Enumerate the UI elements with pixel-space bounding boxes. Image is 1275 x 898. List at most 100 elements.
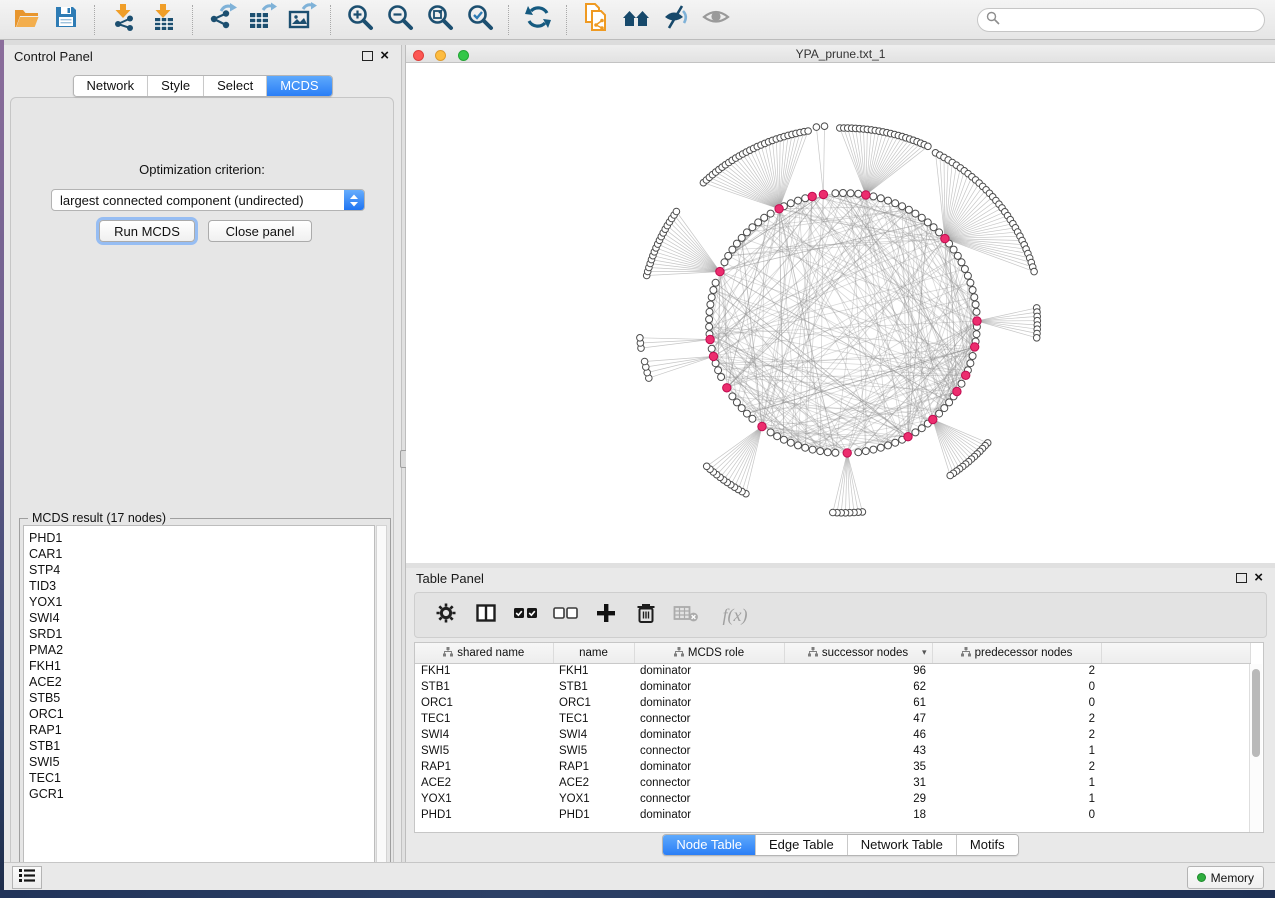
cell-name[interactable]: YOX1 <box>553 791 634 807</box>
mcds-result-item[interactable]: ORC1 <box>29 706 374 722</box>
panel-menu-button[interactable] <box>12 866 42 889</box>
mcds-result-item[interactable]: SWI4 <box>29 610 374 626</box>
cell-predecessor_nodes[interactable]: 2 <box>932 727 1101 743</box>
zoom-fit-button[interactable] <box>420 3 460 37</box>
cell-shared_name[interactable]: SWI5 <box>415 743 553 759</box>
cell-name[interactable]: STB1 <box>553 679 634 695</box>
cell-predecessor_nodes[interactable]: 2 <box>932 711 1101 727</box>
mcds-result-item[interactable]: FKH1 <box>29 658 374 674</box>
float-panel-icon[interactable] <box>1236 573 1247 583</box>
cell-name[interactable]: ORC1 <box>553 695 634 711</box>
cell-name[interactable]: TEC1 <box>553 711 634 727</box>
cell-mcds_role[interactable]: dominator <box>634 759 784 775</box>
cell-predecessor_nodes[interactable]: 0 <box>932 807 1101 823</box>
tab-select[interactable]: Select <box>203 76 266 96</box>
zoom-in-button[interactable] <box>340 3 380 37</box>
create-new-column-button[interactable] <box>593 602 619 628</box>
table-row[interactable]: TEC1TEC1connector472 <box>415 711 1251 727</box>
mcds-result-list[interactable]: PHD1CAR1STP4TID3YOX1SWI4SRD1PMA2FKH1ACE2… <box>23 525 375 880</box>
mcds-result-item[interactable]: GCR1 <box>29 786 374 802</box>
cell-name[interactable]: PHD1 <box>553 807 634 823</box>
tab-motifs[interactable]: Motifs <box>956 835 1018 855</box>
cell-predecessor_nodes[interactable]: 2 <box>932 663 1101 679</box>
open-file-button[interactable] <box>6 3 46 37</box>
clone-network-button[interactable] <box>576 3 616 37</box>
cell-successor_nodes[interactable]: 18 <box>784 807 932 823</box>
cell-mcds_role[interactable]: connector <box>634 743 784 759</box>
table-row[interactable]: FKH1FKH1dominator962 <box>415 663 1251 679</box>
cell-name[interactable]: FKH1 <box>553 663 634 679</box>
node-table[interactable]: shared namenameMCDS rolesuccessor nodes▾… <box>414 642 1264 833</box>
cell-mcds_role[interactable]: connector <box>634 791 784 807</box>
run-mcds-button[interactable]: Run MCDS <box>99 220 195 242</box>
cell-mcds_role[interactable]: dominator <box>634 679 784 695</box>
mcds-result-item[interactable]: STB1 <box>29 738 374 754</box>
mcds-result-item[interactable]: CAR1 <box>29 546 374 562</box>
cell-shared_name[interactable]: STB1 <box>415 679 553 695</box>
cell-predecessor_nodes[interactable]: 1 <box>932 743 1101 759</box>
mcds-result-item[interactable]: PMA2 <box>29 642 374 658</box>
network-window-titlebar[interactable]: YPA_prune.txt_1 <box>406 45 1275 63</box>
tab-node-table[interactable]: Node Table <box>663 835 755 855</box>
tab-network-table[interactable]: Network Table <box>847 835 956 855</box>
import-network-button[interactable] <box>104 3 144 37</box>
mcds-result-item[interactable]: TEC1 <box>29 770 374 786</box>
column-header-name[interactable]: name <box>553 643 634 663</box>
select-all-columns-button[interactable] <box>513 602 539 628</box>
mcds-result-item[interactable]: STB5 <box>29 690 374 706</box>
mcds-result-item[interactable]: STP4 <box>29 562 374 578</box>
cell-predecessor_nodes[interactable]: 1 <box>932 775 1101 791</box>
refresh-view-button[interactable] <box>518 3 558 37</box>
cell-shared_name[interactable]: ORC1 <box>415 695 553 711</box>
show-all-button[interactable] <box>696 3 736 37</box>
cell-mcds_role[interactable]: connector <box>634 711 784 727</box>
cell-mcds_role[interactable]: dominator <box>634 727 784 743</box>
cell-successor_nodes[interactable]: 47 <box>784 711 932 727</box>
hide-selected-button[interactable] <box>656 3 696 37</box>
export-image-button[interactable] <box>282 3 322 37</box>
deselect-all-columns-button[interactable] <box>553 602 579 628</box>
cell-shared_name[interactable]: RAP1 <box>415 759 553 775</box>
optimization-criterion-dropdown[interactable]: largest connected component (undirected) <box>51 189 365 211</box>
zoom-out-button[interactable] <box>380 3 420 37</box>
cell-successor_nodes[interactable]: 62 <box>784 679 932 695</box>
export-network-button[interactable] <box>202 3 242 37</box>
first-neighbors-button[interactable] <box>616 3 656 37</box>
table-row[interactable]: YOX1YOX1connector291 <box>415 791 1251 807</box>
table-row[interactable]: PHD1PHD1dominator180 <box>415 807 1251 823</box>
cell-predecessor_nodes[interactable]: 0 <box>932 695 1101 711</box>
cell-successor_nodes[interactable]: 43 <box>784 743 932 759</box>
cell-shared_name[interactable]: TEC1 <box>415 711 553 727</box>
cell-successor_nodes[interactable]: 61 <box>784 695 932 711</box>
close-panel-button[interactable]: Close panel <box>208 220 312 242</box>
tab-edge-table[interactable]: Edge Table <box>755 835 847 855</box>
table-scrollbar[interactable] <box>1249 664 1262 832</box>
tab-network[interactable]: Network <box>73 76 147 96</box>
float-panel-icon[interactable] <box>362 51 373 61</box>
cell-successor_nodes[interactable]: 29 <box>784 791 932 807</box>
cell-mcds_role[interactable]: connector <box>634 775 784 791</box>
show-columns-button[interactable] <box>473 602 499 628</box>
mcds-list-scrollbar[interactable] <box>376 525 387 880</box>
cell-predecessor_nodes[interactable]: 2 <box>932 759 1101 775</box>
cell-successor_nodes[interactable]: 96 <box>784 663 932 679</box>
search-input[interactable] <box>1000 13 1264 27</box>
cell-name[interactable]: RAP1 <box>553 759 634 775</box>
mcds-result-item[interactable]: ACE2 <box>29 674 374 690</box>
cell-mcds_role[interactable]: dominator <box>634 807 784 823</box>
delete-columns-button[interactable] <box>633 602 659 628</box>
cell-name[interactable]: ACE2 <box>553 775 634 791</box>
search-field[interactable] <box>977 8 1265 32</box>
import-table-button[interactable] <box>144 3 184 37</box>
cell-name[interactable]: SWI4 <box>553 727 634 743</box>
cell-shared_name[interactable]: ACE2 <box>415 775 553 791</box>
column-header-successor_nodes[interactable]: successor nodes▾ <box>784 643 932 663</box>
sort-arrow-icon[interactable]: ▾ <box>922 647 927 658</box>
mcds-result-item[interactable]: TID3 <box>29 578 374 594</box>
network-canvas[interactable] <box>406 63 1275 563</box>
mcds-result-item[interactable]: RAP1 <box>29 722 374 738</box>
column-header-predecessor_nodes[interactable]: predecessor nodes <box>932 643 1101 663</box>
memory-button[interactable]: Memory <box>1187 866 1264 889</box>
table-row[interactable]: SWI5SWI5connector431 <box>415 743 1251 759</box>
network-graph[interactable] <box>406 63 1275 563</box>
